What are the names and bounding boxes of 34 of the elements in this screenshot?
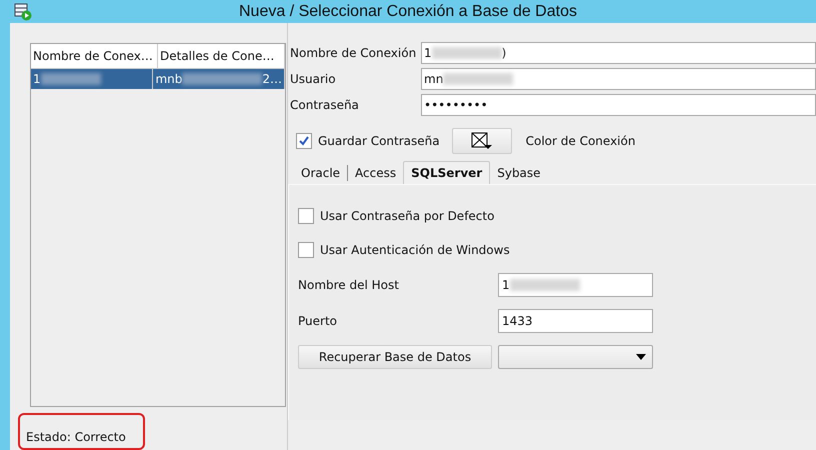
column-header[interactable]: Detalles de Cone… <box>158 44 285 68</box>
tab[interactable]: Access <box>348 163 404 182</box>
field-label: Puerto <box>298 314 338 328</box>
checkbox[interactable] <box>298 242 314 258</box>
status-text: Estado: Correcto <box>26 430 126 444</box>
checkbox-label: Usar Autenticación de Windows <box>320 243 510 257</box>
table-cell: mnb 2… <box>155 72 282 86</box>
table-cell: 1 <box>33 72 150 86</box>
field-label: Nombre de Conexión <box>289 46 418 60</box>
database-dropdown[interactable] <box>498 345 653 369</box>
checkbox-label: Guardar Contraseña <box>318 134 440 148</box>
color-picker-button[interactable] <box>452 128 512 154</box>
input-field[interactable]: 1 ) <box>421 42 816 64</box>
input-field[interactable]: mn <box>421 68 816 90</box>
tab[interactable]: Sybase <box>490 163 548 182</box>
crossed-box-icon <box>470 132 493 150</box>
tab[interactable]: Oracle <box>294 163 348 182</box>
field-label: Usuario <box>289 72 337 86</box>
input-field[interactable]: ••••••••• <box>421 94 816 116</box>
color-label: Color de Conexión <box>526 134 636 148</box>
field-label: Contraseña <box>289 98 360 112</box>
column-header[interactable]: Nombre de Conex… <box>31 44 158 68</box>
connection-row[interactable]: 1 mnb 2… <box>31 69 285 89</box>
checkbox[interactable] <box>296 133 312 149</box>
caret-icon <box>636 354 646 360</box>
app-icon <box>14 2 32 20</box>
checkbox-label: Usar Contraseña por Defecto <box>320 209 494 223</box>
window-title: Nueva / Seleccionar Conexión a Base de Datos <box>238 2 578 20</box>
field-label: Nombre del Host <box>298 278 400 292</box>
tab[interactable]: SQLServer <box>403 161 490 184</box>
checkbox[interactable] <box>298 208 314 224</box>
input-field[interactable]: 1433 <box>498 309 653 333</box>
fetch-database-button[interactable]: Recuperar Base de Datos <box>298 345 492 369</box>
input-field[interactable]: 1 <box>498 273 653 297</box>
